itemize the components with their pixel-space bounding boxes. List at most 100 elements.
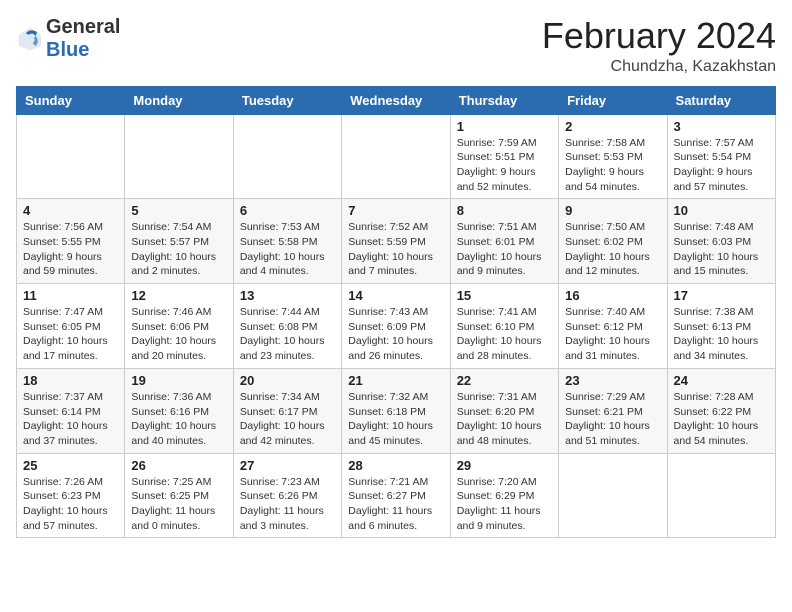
calendar-table: SundayMondayTuesdayWednesdayThursdayFrid… bbox=[16, 86, 776, 539]
col-header-sunday: Sunday bbox=[17, 86, 125, 114]
calendar-cell: 9 Sunrise: 7:50 AM Sunset: 6:02 PM Daylig… bbox=[559, 199, 667, 284]
logo: General Blue bbox=[16, 16, 120, 62]
day-info: Sunrise: 7:58 AM Sunset: 5:53 PM Dayligh… bbox=[565, 136, 660, 195]
calendar-cell: 25Sunrise: 7:26 AM Sunset: 6:23 PM Dayli… bbox=[17, 453, 125, 538]
calendar-cell bbox=[559, 453, 667, 538]
calendar-cell: 13 Sunrise: 7:44 AM Sunset: 6:08 PM Dayli… bbox=[233, 284, 341, 369]
day-number: 23 bbox=[565, 373, 660, 388]
day-number: 16 bbox=[565, 288, 660, 303]
calendar-cell: 17 Sunrise: 7:38 AM Sunset: 6:13 PM Dayli… bbox=[667, 284, 775, 369]
day-info: Sunrise: 7:21 AM Sunset: 6:27 PM Dayligh… bbox=[348, 475, 443, 534]
calendar-cell: 22 Sunrise: 7:31 AM Sunset: 6:20 PM Dayli… bbox=[450, 368, 558, 453]
day-info: Sunrise: 7:25 AM Sunset: 6:25 PM Dayligh… bbox=[131, 475, 226, 534]
day-info: Sunrise: 7:36 AM Sunset: 6:16 PM Dayligh… bbox=[131, 390, 226, 449]
day-number: 1 bbox=[457, 119, 552, 134]
day-number: 22 bbox=[457, 373, 552, 388]
calendar-cell: 8 Sunrise: 7:51 AM Sunset: 6:01 PM Daylig… bbox=[450, 199, 558, 284]
calendar-header-row: SundayMondayTuesdayWednesdayThursdayFrid… bbox=[17, 86, 776, 114]
month-year-title: February 2024 bbox=[542, 16, 776, 56]
calendar-cell bbox=[233, 114, 341, 199]
calendar-cell: 19 Sunrise: 7:36 AM Sunset: 6:16 PM Dayli… bbox=[125, 368, 233, 453]
logo-text-blue: Blue bbox=[46, 39, 89, 61]
day-number: 6 bbox=[240, 203, 335, 218]
day-number: 19 bbox=[131, 373, 226, 388]
col-header-friday: Friday bbox=[559, 86, 667, 114]
day-info: Sunrise: 7:38 AM Sunset: 6:13 PM Dayligh… bbox=[674, 305, 769, 364]
day-number: 13 bbox=[240, 288, 335, 303]
day-number: 3 bbox=[674, 119, 769, 134]
day-number: 25 bbox=[23, 458, 118, 473]
day-info: Sunrise: 7:34 AM Sunset: 6:17 PM Dayligh… bbox=[240, 390, 335, 449]
day-info: Sunrise: 7:32 AM Sunset: 6:18 PM Dayligh… bbox=[348, 390, 443, 449]
day-info: Sunrise: 7:48 AM Sunset: 6:03 PM Dayligh… bbox=[674, 220, 769, 279]
calendar-cell: 1Sunrise: 7:59 AM Sunset: 5:51 PM Daylig… bbox=[450, 114, 558, 199]
calendar-cell: 29 Sunrise: 7:20 AM Sunset: 6:29 PM Dayli… bbox=[450, 453, 558, 538]
day-number: 29 bbox=[457, 458, 552, 473]
day-info: Sunrise: 7:51 AM Sunset: 6:01 PM Dayligh… bbox=[457, 220, 552, 279]
day-info: Sunrise: 7:20 AM Sunset: 6:29 PM Dayligh… bbox=[457, 475, 552, 534]
day-number: 5 bbox=[131, 203, 226, 218]
calendar-cell: 16 Sunrise: 7:40 AM Sunset: 6:12 PM Dayli… bbox=[559, 284, 667, 369]
calendar-cell bbox=[125, 114, 233, 199]
day-info: Sunrise: 7:31 AM Sunset: 6:20 PM Dayligh… bbox=[457, 390, 552, 449]
calendar-week-2: 4Sunrise: 7:56 AM Sunset: 5:55 PM Daylig… bbox=[17, 199, 776, 284]
day-number: 12 bbox=[131, 288, 226, 303]
col-header-wednesday: Wednesday bbox=[342, 86, 450, 114]
day-number: 8 bbox=[457, 203, 552, 218]
title-block: February 2024 Chundzha, Kazakhstan bbox=[542, 16, 776, 76]
calendar-cell: 27 Sunrise: 7:23 AM Sunset: 6:26 PM Dayli… bbox=[233, 453, 341, 538]
calendar-week-1: 1Sunrise: 7:59 AM Sunset: 5:51 PM Daylig… bbox=[17, 114, 776, 199]
calendar-week-3: 11Sunrise: 7:47 AM Sunset: 6:05 PM Dayli… bbox=[17, 284, 776, 369]
day-info: Sunrise: 7:37 AM Sunset: 6:14 PM Dayligh… bbox=[23, 390, 118, 449]
day-info: Sunrise: 7:41 AM Sunset: 6:10 PM Dayligh… bbox=[457, 305, 552, 364]
day-number: 17 bbox=[674, 288, 769, 303]
day-info: Sunrise: 7:57 AM Sunset: 5:54 PM Dayligh… bbox=[674, 136, 769, 195]
calendar-cell: 11Sunrise: 7:47 AM Sunset: 6:05 PM Dayli… bbox=[17, 284, 125, 369]
day-info: Sunrise: 7:52 AM Sunset: 5:59 PM Dayligh… bbox=[348, 220, 443, 279]
day-number: 11 bbox=[23, 288, 118, 303]
day-number: 2 bbox=[565, 119, 660, 134]
calendar-cell: 3 Sunrise: 7:57 AM Sunset: 5:54 PM Daylig… bbox=[667, 114, 775, 199]
day-number: 21 bbox=[348, 373, 443, 388]
day-info: Sunrise: 7:29 AM Sunset: 6:21 PM Dayligh… bbox=[565, 390, 660, 449]
logo-icon bbox=[16, 25, 44, 53]
calendar-cell: 5 Sunrise: 7:54 AM Sunset: 5:57 PM Daylig… bbox=[125, 199, 233, 284]
calendar-cell: 4Sunrise: 7:56 AM Sunset: 5:55 PM Daylig… bbox=[17, 199, 125, 284]
col-header-monday: Monday bbox=[125, 86, 233, 114]
day-number: 4 bbox=[23, 203, 118, 218]
day-info: Sunrise: 7:54 AM Sunset: 5:57 PM Dayligh… bbox=[131, 220, 226, 279]
day-info: Sunrise: 7:43 AM Sunset: 6:09 PM Dayligh… bbox=[348, 305, 443, 364]
day-number: 14 bbox=[348, 288, 443, 303]
day-info: Sunrise: 7:50 AM Sunset: 6:02 PM Dayligh… bbox=[565, 220, 660, 279]
day-number: 7 bbox=[348, 203, 443, 218]
calendar-cell: 21 Sunrise: 7:32 AM Sunset: 6:18 PM Dayli… bbox=[342, 368, 450, 453]
col-header-saturday: Saturday bbox=[667, 86, 775, 114]
day-info: Sunrise: 7:44 AM Sunset: 6:08 PM Dayligh… bbox=[240, 305, 335, 364]
col-header-thursday: Thursday bbox=[450, 86, 558, 114]
day-number: 27 bbox=[240, 458, 335, 473]
calendar-cell: 7 Sunrise: 7:52 AM Sunset: 5:59 PM Daylig… bbox=[342, 199, 450, 284]
calendar-cell: 12 Sunrise: 7:46 AM Sunset: 6:06 PM Dayli… bbox=[125, 284, 233, 369]
day-number: 28 bbox=[348, 458, 443, 473]
calendar-cell: 26 Sunrise: 7:25 AM Sunset: 6:25 PM Dayli… bbox=[125, 453, 233, 538]
day-number: 24 bbox=[674, 373, 769, 388]
calendar-cell bbox=[667, 453, 775, 538]
day-number: 9 bbox=[565, 203, 660, 218]
day-info: Sunrise: 7:40 AM Sunset: 6:12 PM Dayligh… bbox=[565, 305, 660, 364]
calendar-week-5: 25Sunrise: 7:26 AM Sunset: 6:23 PM Dayli… bbox=[17, 453, 776, 538]
logo-text-general: General bbox=[46, 16, 120, 38]
calendar-cell bbox=[17, 114, 125, 199]
calendar-week-4: 18Sunrise: 7:37 AM Sunset: 6:14 PM Dayli… bbox=[17, 368, 776, 453]
calendar-cell: 23 Sunrise: 7:29 AM Sunset: 6:21 PM Dayli… bbox=[559, 368, 667, 453]
day-number: 26 bbox=[131, 458, 226, 473]
day-info: Sunrise: 7:46 AM Sunset: 6:06 PM Dayligh… bbox=[131, 305, 226, 364]
calendar-cell: 20 Sunrise: 7:34 AM Sunset: 6:17 PM Dayli… bbox=[233, 368, 341, 453]
calendar-cell: 2 Sunrise: 7:58 AM Sunset: 5:53 PM Daylig… bbox=[559, 114, 667, 199]
calendar-cell: 14 Sunrise: 7:43 AM Sunset: 6:09 PM Dayli… bbox=[342, 284, 450, 369]
day-info: Sunrise: 7:28 AM Sunset: 6:22 PM Dayligh… bbox=[674, 390, 769, 449]
calendar-cell: 15 Sunrise: 7:41 AM Sunset: 6:10 PM Dayli… bbox=[450, 284, 558, 369]
day-info: Sunrise: 7:23 AM Sunset: 6:26 PM Dayligh… bbox=[240, 475, 335, 534]
day-number: 15 bbox=[457, 288, 552, 303]
day-number: 20 bbox=[240, 373, 335, 388]
calendar-cell: 10Sunrise: 7:48 AM Sunset: 6:03 PM Dayli… bbox=[667, 199, 775, 284]
